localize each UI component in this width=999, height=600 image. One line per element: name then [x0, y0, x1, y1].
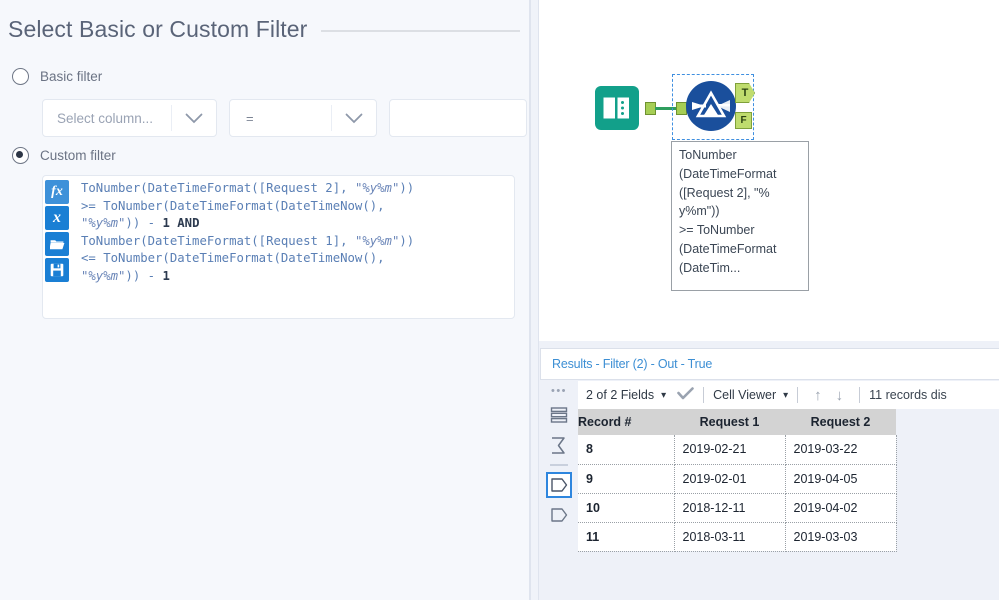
table-header-row: Record # Request 1 Request 2 [578, 409, 896, 435]
layers-icon[interactable] [546, 402, 572, 428]
results-table: Record # Request 1 Request 2 8 2019-02-2… [578, 409, 897, 552]
fields-selector-label: 2 of 2 Fields [586, 388, 654, 402]
fields-selector[interactable]: 2 of 2 Fields ▾ [578, 388, 666, 402]
fx-icon[interactable]: fx [45, 180, 69, 204]
open-folder-icon[interactable] [45, 232, 69, 256]
viewer-selector-label: Cell Viewer [713, 388, 776, 402]
chevron-down-icon[interactable] [172, 100, 216, 136]
tool-tooltip: ToNumber (DateTimeFormat ([Request 2], "… [671, 141, 809, 291]
expression-editor-toolbar: fx x [43, 176, 71, 318]
cell-record: 9 [578, 464, 674, 493]
table-row[interactable]: 9 2019-02-01 2019-04-05 [578, 464, 896, 493]
configuration-panel: Select Basic or Custom Filter Basic filt… [0, 0, 529, 600]
open-book-icon [602, 93, 632, 123]
save-icon[interactable] [45, 258, 69, 282]
results-toolbar: 2 of 2 Fields ▾ Cell Viewer ▾ ↑ ↓ 11 rec… [578, 381, 999, 409]
filter-value-input[interactable] [389, 99, 527, 137]
toolbar-divider [703, 387, 704, 403]
title-divider [321, 30, 520, 32]
arrow-up-icon[interactable]: ↑ [814, 387, 822, 404]
results-sidebar: ••• [540, 381, 578, 600]
cell-request-1[interactable]: 2018-03-11 [674, 522, 785, 551]
radio-basic-filter-label: Basic filter [40, 69, 102, 84]
expression-text[interactable]: ToNumber(DateTimeFormat([Request 2], "%y… [71, 176, 514, 318]
table-row[interactable]: 10 2018-12-11 2019-04-02 [578, 493, 896, 522]
toolbar-divider [859, 387, 860, 403]
checkmark-icon[interactable] [677, 387, 694, 403]
cell-request-1[interactable]: 2019-02-21 [674, 435, 785, 464]
record-count-label: 11 records dis [869, 388, 947, 402]
panel-gap[interactable] [531, 0, 538, 600]
cell-request-1[interactable]: 2019-02-01 [674, 464, 785, 493]
variable-icon-label: x [53, 210, 61, 226]
results-panel: Results - Filter (2) - Out - True ••• [538, 341, 999, 600]
radio-custom-filter[interactable]: Custom filter [12, 147, 116, 164]
radio-basic-filter[interactable]: Basic filter [12, 68, 102, 85]
toolbar-divider [797, 387, 798, 403]
sidebar-divider [550, 464, 568, 466]
expression-editor[interactable]: fx x ToNumber(DateTimeFormat([Request 2]… [42, 175, 515, 319]
expr-line-1: ToNumber(DateTimeFormat([Request 2], "%y… [81, 181, 414, 283]
column-select[interactable]: Select column... [42, 99, 217, 137]
variable-icon[interactable]: x [45, 206, 69, 230]
cell-record: 10 [578, 493, 674, 522]
table-row[interactable]: 11 2018-03-11 2019-03-03 [578, 522, 896, 551]
operator-select[interactable]: = [229, 99, 377, 137]
operator-select-value: = [230, 111, 331, 126]
radio-basic-filter-control[interactable] [12, 68, 29, 85]
app-root: Select Basic or Custom Filter Basic filt… [0, 0, 999, 600]
cell-request-2[interactable]: 2019-03-22 [785, 435, 896, 464]
panel-header: Select Basic or Custom Filter [8, 8, 520, 50]
output-anchor-selected-icon[interactable] [546, 472, 572, 498]
output-anchor-icon[interactable] [546, 502, 572, 528]
radio-custom-filter-label: Custom filter [40, 148, 116, 163]
cell-request-2[interactable]: 2019-04-02 [785, 493, 896, 522]
column-header-request-2[interactable]: Request 2 [785, 409, 896, 435]
basic-filter-controls: Select column... = [42, 99, 527, 137]
cell-record: 11 [578, 522, 674, 551]
filter-false-output-anchor[interactable]: F [735, 112, 752, 129]
column-select-value: Select column... [43, 111, 171, 126]
table-body: 8 2019-02-21 2019-03-22 9 2019-02-01 201… [578, 435, 896, 551]
sigma-icon[interactable] [546, 432, 572, 458]
cell-request-2[interactable]: 2019-03-03 [785, 522, 896, 551]
fx-icon-label: fx [51, 185, 63, 199]
filter-funnel-icon [686, 81, 736, 131]
table-row[interactable]: 8 2019-02-21 2019-03-22 [578, 435, 896, 464]
column-header-record[interactable]: Record # [578, 409, 674, 435]
cell-request-2[interactable]: 2019-04-05 [785, 464, 896, 493]
results-tab-label: Results - Filter (2) - Out - True [541, 357, 712, 371]
viewer-selector[interactable]: Cell Viewer ▾ [713, 388, 788, 402]
chevron-down-icon[interactable]: ▾ [661, 390, 666, 401]
chevron-down-icon[interactable]: ▾ [783, 390, 788, 401]
cell-record: 8 [578, 435, 674, 464]
input-data-tool[interactable] [595, 86, 639, 130]
radio-custom-filter-control[interactable] [12, 147, 29, 164]
cell-request-1[interactable]: 2018-12-11 [674, 493, 785, 522]
results-grid[interactable]: Record # Request 1 Request 2 8 2019-02-2… [578, 409, 999, 600]
filter-tool[interactable] [686, 81, 736, 131]
more-options-icon[interactable]: ••• [551, 386, 567, 398]
column-header-request-1[interactable]: Request 1 [674, 409, 785, 435]
results-tab[interactable]: Results - Filter (2) - Out - True [540, 348, 999, 380]
page-title: Select Basic or Custom Filter [8, 16, 307, 43]
chevron-down-icon[interactable] [332, 100, 376, 136]
arrow-down-icon[interactable]: ↓ [836, 387, 844, 404]
